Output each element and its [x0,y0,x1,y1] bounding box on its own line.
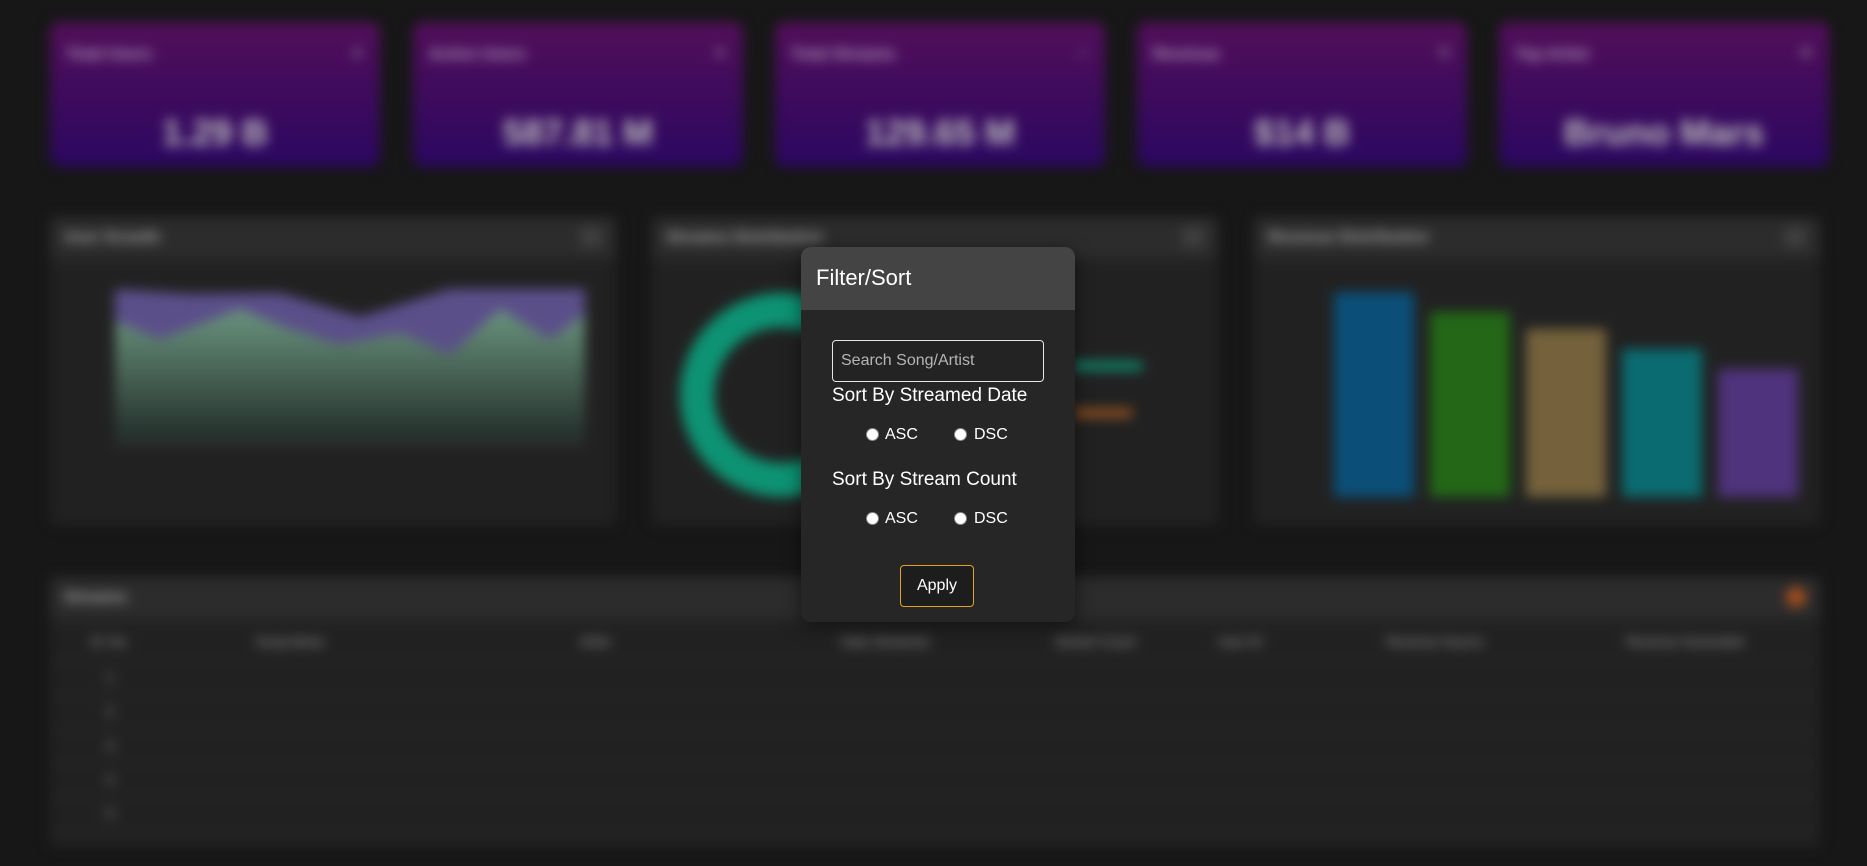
count-dsc-radio[interactable] [954,512,967,525]
search-input[interactable] [832,340,1044,382]
modal-title: Filter/Sort [816,265,912,290]
count-asc-label: ASC [885,510,918,527]
count-dsc-label: DSC [974,510,1008,527]
sort-by-count-title: Sort By Stream Count [832,469,1017,490]
apply-button[interactable]: Apply [900,565,974,607]
sort-by-count-options: ASC DSC [866,510,1026,530]
filter-sort-modal: Filter/Sort Sort By Streamed Date ASC DS… [801,247,1075,622]
date-dsc-label: DSC [974,426,1008,443]
date-dsc-radio[interactable] [954,428,967,441]
sort-by-date-options: ASC DSC [866,426,1026,446]
modal-header: Filter/Sort [801,247,1075,310]
date-asc-radio[interactable] [866,428,879,441]
date-asc-label: ASC [885,426,918,443]
count-asc-radio[interactable] [866,512,879,525]
sort-by-date-title: Sort By Streamed Date [832,385,1028,406]
